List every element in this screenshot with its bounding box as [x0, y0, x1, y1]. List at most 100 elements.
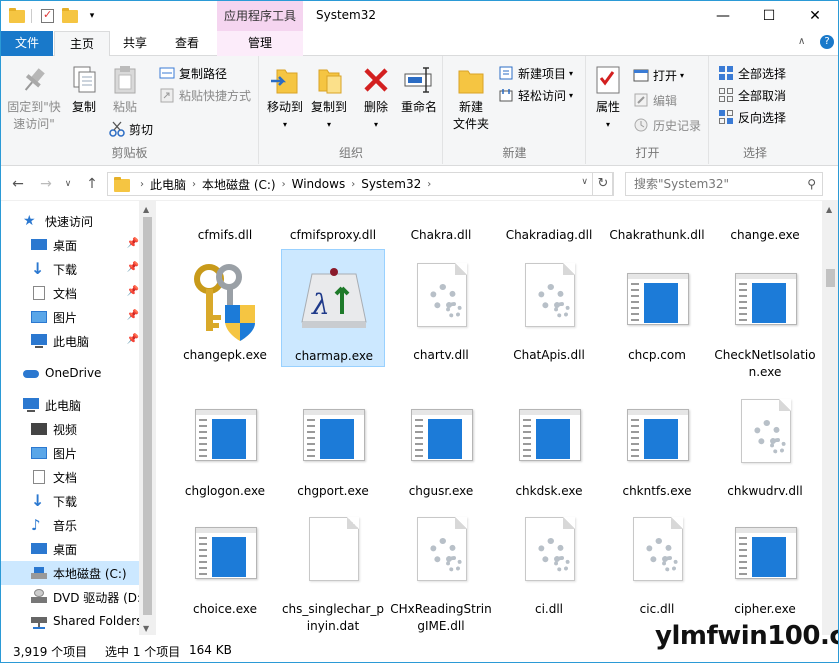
nav-pc-downloads[interactable]: ↓ 下载: [31, 489, 156, 513]
copy-path-button[interactable]: 复制路径: [159, 63, 227, 83]
nav-scrollbar[interactable]: ▲ ▼: [139, 201, 156, 635]
chevron-right-icon[interactable]: ›: [427, 179, 431, 190]
history-button[interactable]: 历史记录: [633, 115, 701, 135]
forward-arrow-icon[interactable]: →: [35, 173, 57, 195]
copy-to-button[interactable]: 复制到 ▾: [308, 64, 350, 133]
file-item[interactable]: chglogon.exe: [173, 385, 277, 503]
scroll-up-icon[interactable]: ▲: [143, 205, 149, 214]
content-scrollbar[interactable]: ▲: [822, 201, 838, 635]
properties-button[interactable]: 属性 ▾: [591, 64, 625, 133]
nav-pc-videos[interactable]: 视频: [31, 417, 156, 441]
nav-pc-documents[interactable]: 文档: [31, 465, 156, 489]
new-folder-button[interactable]: 新建 文件夹: [450, 64, 492, 133]
refresh-icon[interactable]: ↻: [592, 172, 614, 196]
minimize-button[interactable]: —: [700, 1, 746, 31]
edit-button[interactable]: 编辑: [633, 90, 677, 110]
explorer-window: ▾ 应用程序工具 System32 — ☐ ✕ 文件 主页 共享 查看 管理 ∧…: [0, 0, 839, 663]
file-item[interactable]: CheckNetIsolation.exe: [713, 249, 817, 385]
scroll-down-icon[interactable]: ▼: [143, 624, 149, 633]
file-item[interactable]: choice.exe: [173, 503, 277, 621]
file-item[interactable]: chs_singlechar_pinyin.dat: [281, 503, 385, 633]
invert-selection-button[interactable]: 反向选择: [718, 107, 786, 127]
help-icon[interactable]: ?: [820, 35, 834, 49]
search-input[interactable]: 搜索"System32" ⚲: [625, 172, 823, 196]
breadcrumb-this-pc[interactable]: 此电脑: [150, 176, 186, 193]
new-folder-icon[interactable]: [62, 8, 78, 24]
nav-pc-desktop[interactable]: 桌面: [31, 537, 156, 561]
nav-scrollbar-thumb[interactable]: [143, 217, 152, 615]
file-item[interactable]: ci.dll: [497, 503, 601, 621]
address-dropdown-icon[interactable]: ∨: [581, 177, 588, 187]
open-button[interactable]: 打开 ▾: [633, 65, 684, 85]
file-item[interactable]: changepk.exe: [173, 249, 277, 367]
scroll-up-icon[interactable]: ▲: [826, 205, 832, 214]
rename-button[interactable]: 重命名: [398, 64, 440, 116]
file-item[interactable]: chartv.dll: [389, 249, 493, 367]
tab-manage[interactable]: 管理: [217, 31, 303, 56]
nav-pc-pictures[interactable]: 图片: [31, 441, 156, 465]
breadcrumb-windows[interactable]: Windows: [292, 177, 346, 191]
nav-pc-local-disk[interactable]: 本地磁盘 (C:): [1, 561, 151, 585]
nav-qa-pictures[interactable]: 图片 📌: [31, 305, 141, 329]
nav-pc-music[interactable]: ♪ 音乐: [31, 513, 156, 537]
tab-share[interactable]: 共享: [113, 31, 157, 56]
move-to-button[interactable]: 移动到 ▾: [264, 64, 306, 133]
tab-file[interactable]: 文件: [1, 31, 53, 56]
chevron-right-icon[interactable]: ›: [351, 179, 355, 190]
chevron-right-icon[interactable]: ›: [282, 179, 286, 190]
file-item-selected[interactable]: λ charmap.exe: [281, 249, 385, 367]
select-none-button[interactable]: 全部取消: [718, 85, 786, 105]
tab-home[interactable]: 主页: [54, 31, 110, 57]
up-arrow-icon[interactable]: ↑: [81, 173, 103, 195]
file-item[interactable]: CHxReadingStringIME.dll: [389, 503, 493, 633]
file-item[interactable]: ChatApis.dll: [497, 249, 601, 367]
delete-x-icon: [360, 64, 392, 96]
file-item[interactable]: chkwudrv.dll: [713, 385, 817, 503]
back-arrow-icon[interactable]: ←: [7, 173, 29, 195]
file-item[interactable]: Chakrathunk.dll: [605, 201, 709, 242]
file-item[interactable]: cic.dll: [605, 503, 709, 621]
cut-button[interactable]: 剪切: [109, 119, 153, 139]
nav-pc-shared-folders[interactable]: Shared Folders: [31, 609, 156, 633]
file-item[interactable]: chkdsk.exe: [497, 385, 601, 503]
nav-qa-desktop[interactable]: 桌面 📌: [31, 233, 141, 257]
tab-view[interactable]: 查看: [165, 31, 209, 56]
breadcrumb-local-disk[interactable]: 本地磁盘 (C:): [202, 176, 276, 193]
paste-shortcut-button[interactable]: 粘贴快捷方式: [159, 85, 251, 105]
file-item[interactable]: change.exe: [713, 201, 817, 242]
chevron-right-icon[interactable]: ›: [192, 179, 196, 190]
select-all-button[interactable]: 全部选择: [718, 63, 786, 83]
file-item[interactable]: Chakra.dll: [389, 201, 493, 242]
easy-access-button[interactable]: 轻松访问 ▾: [498, 85, 573, 105]
copy-button[interactable]: 复制: [65, 64, 103, 116]
address-bar[interactable]: › 此电脑 › 本地磁盘 (C:) › Windows › System32 ›…: [107, 172, 613, 196]
nav-qa-downloads[interactable]: ↓ 下载 📌: [31, 257, 141, 281]
file-item[interactable]: chkntfs.exe: [605, 385, 709, 503]
nav-quick-access[interactable]: ★ 快速访问: [23, 209, 156, 233]
nav-qa-documents[interactable]: 文档 📌: [31, 281, 141, 305]
breadcrumb-system32[interactable]: System32: [361, 177, 421, 191]
folder-icon[interactable]: [9, 8, 25, 24]
pin-quick-access-button[interactable]: 固定到"快 速访问": [5, 64, 63, 133]
file-item[interactable]: cfmifs.dll: [173, 201, 277, 242]
nav-pc-dvd[interactable]: DVD 驱动器 (D:: [31, 585, 156, 609]
file-item[interactable]: cipher.exe: [713, 503, 817, 621]
recent-chevron-icon[interactable]: ∨: [61, 173, 75, 195]
nav-this-pc[interactable]: 此电脑: [23, 393, 156, 417]
file-item[interactable]: chgport.exe: [281, 385, 385, 503]
new-item-button[interactable]: 新建项目 ▾: [498, 63, 573, 83]
customize-dropdown-icon[interactable]: ▾: [84, 8, 100, 24]
collapse-ribbon-icon[interactable]: ∧: [798, 36, 805, 47]
delete-button[interactable]: 删除 ▾: [356, 64, 396, 133]
nav-qa-this-pc[interactable]: 此电脑 📌: [31, 329, 141, 353]
paste-button[interactable]: 粘贴: [105, 64, 145, 116]
properties-icon[interactable]: [40, 8, 56, 24]
maximize-button[interactable]: ☐: [746, 1, 792, 31]
file-item[interactable]: Chakradiag.dll: [497, 201, 601, 242]
close-button[interactable]: ✕: [792, 1, 838, 31]
content-scrollbar-thumb[interactable]: [826, 269, 835, 287]
file-item[interactable]: chgusr.exe: [389, 385, 493, 503]
file-item[interactable]: chcp.com: [605, 249, 709, 367]
nav-onedrive[interactable]: OneDrive: [23, 361, 156, 385]
file-item[interactable]: cfmifsproxy.dll: [281, 201, 385, 242]
